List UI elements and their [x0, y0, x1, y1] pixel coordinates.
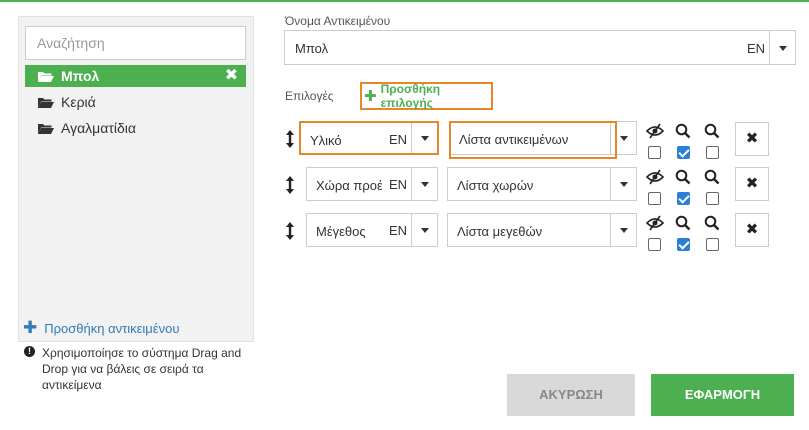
top-accent-line	[0, 0, 809, 2]
list-item-label: Μπολ	[61, 68, 100, 84]
search-icon	[704, 169, 720, 185]
search-column	[675, 169, 693, 205]
add-object-label: Προσθήκη αντικειμένου	[44, 320, 180, 336]
language-code: EN	[389, 177, 408, 192]
add-object-link[interactable]: ✚ Προσθήκη αντικειμένου	[23, 318, 179, 338]
list-dropdown-button[interactable]	[610, 214, 636, 246]
list-item-label: Κεριά	[61, 94, 96, 110]
option-row[interactable]: Μέγεθος EN Λίστα μεγεθών ✖	[0, 213, 809, 251]
info-icon: !	[24, 346, 35, 357]
options-label: Επιλογές	[285, 89, 334, 103]
language-code: EN	[389, 223, 408, 238]
search-icon	[704, 215, 720, 231]
language-dropdown-button[interactable]	[411, 168, 437, 200]
eye-slash-icon	[646, 123, 664, 139]
search-icon	[675, 169, 691, 185]
option-name-field[interactable]: Χώρα προέλευσης EN	[306, 167, 438, 201]
filter-column	[704, 215, 722, 251]
chevron-down-icon	[619, 228, 628, 233]
list-dropdown-button[interactable]	[610, 168, 636, 200]
search-column	[675, 123, 693, 159]
delete-option-button[interactable]: ✖	[735, 122, 769, 156]
filter-checkbox[interactable]	[706, 192, 719, 205]
option-name-field[interactable]: Μέγεθος EN	[306, 213, 438, 247]
language-code: EN	[389, 132, 408, 147]
delete-option-button[interactable]: ✖	[735, 213, 769, 247]
option-list-select[interactable]: Λίστα χωρών	[447, 167, 637, 201]
option-list-select[interactable]: Λίστα μεγεθών	[447, 213, 637, 247]
folder-open-icon	[38, 71, 54, 82]
eye-slash-icon	[646, 215, 664, 231]
option-list-value: Λίστα μεγεθών	[457, 224, 543, 239]
name-label: Όνομα Αντικειμένου	[285, 14, 391, 28]
visibility-checkbox[interactable]	[648, 238, 661, 251]
filter-column	[704, 169, 722, 205]
plus-icon: ✚	[23, 318, 38, 337]
option-list-value: Λίστα χωρών	[457, 178, 534, 193]
plus-icon: ✚	[364, 88, 377, 105]
chevron-down-icon	[619, 182, 628, 187]
search-icon	[704, 123, 720, 139]
list-highlight-frame	[449, 121, 617, 159]
search-icon	[675, 215, 691, 231]
remove-icon[interactable]: ✖	[224, 68, 239, 84]
visibility-checkbox[interactable]	[648, 192, 661, 205]
close-icon: ✖	[745, 221, 759, 238]
list-item-candles[interactable]: Κεριά	[25, 91, 246, 113]
filter-checkbox[interactable]	[706, 238, 719, 251]
cancel-button[interactable]: ΑΚΥΡΩΣΗ	[507, 374, 635, 416]
object-name-field[interactable]: Μπολ EN	[284, 30, 796, 65]
eye-slash-icon	[646, 169, 664, 185]
language-dropdown-button[interactable]	[769, 31, 795, 64]
search-icon	[675, 123, 691, 139]
drag-handle-icon[interactable]	[284, 175, 296, 195]
visibility-column	[646, 123, 664, 159]
option-name-value: Χώρα προέλευσης	[316, 178, 382, 193]
visibility-column	[646, 215, 664, 251]
language-dropdown-button[interactable]	[411, 214, 437, 246]
apply-button[interactable]: ΕΦΑΡΜΟΓΗ	[651, 374, 794, 416]
chevron-down-icon	[778, 45, 787, 51]
filter-checkbox[interactable]	[706, 146, 719, 159]
drag-handle-icon[interactable]	[284, 221, 296, 241]
add-option-button[interactable]: ✚ Προσθήκη επιλογής	[360, 82, 493, 110]
add-option-label: Προσθήκη επιλογής	[380, 82, 441, 110]
option-name-field[interactable]: Υλικό EN	[299, 121, 439, 155]
option-row[interactable]: Χώρα προέλευσης EN Λίστα χωρών	[0, 167, 809, 205]
list-item-bowl[interactable]: Μπολ ✖	[25, 65, 246, 87]
option-name-value: Μέγεθος	[316, 224, 366, 239]
chevron-down-icon	[420, 182, 429, 187]
close-icon: ✖	[745, 130, 759, 147]
search-input[interactable]	[25, 26, 246, 60]
drag-drop-hint: ! Χρησιμοποίησε το σύστημα Drag and Drop…	[24, 345, 260, 393]
visibility-checkbox[interactable]	[648, 146, 661, 159]
filter-column	[704, 123, 722, 159]
close-icon: ✖	[745, 175, 759, 192]
hint-text: Χρησιμοποίησε το σύστημα Drag and Drop γ…	[42, 346, 242, 392]
language-code: EN	[747, 41, 766, 56]
chevron-down-icon	[420, 136, 429, 141]
folder-open-icon	[38, 97, 54, 108]
search-column	[675, 215, 693, 251]
searchable-checkbox[interactable]	[677, 192, 690, 205]
language-dropdown-button[interactable]	[411, 123, 437, 153]
option-name-value: Υλικό	[310, 133, 342, 148]
chevron-down-icon	[619, 136, 628, 141]
searchable-checkbox[interactable]	[677, 238, 690, 251]
visibility-column	[646, 169, 664, 205]
chevron-down-icon	[420, 228, 429, 233]
delete-option-button[interactable]: ✖	[735, 167, 769, 201]
object-name-value: Μπολ	[295, 41, 329, 56]
searchable-checkbox[interactable]	[677, 146, 690, 159]
option-row[interactable]: Υλικό EN Λίστα αντικειμένων ✖	[0, 121, 809, 159]
drag-handle-icon[interactable]	[284, 129, 296, 149]
